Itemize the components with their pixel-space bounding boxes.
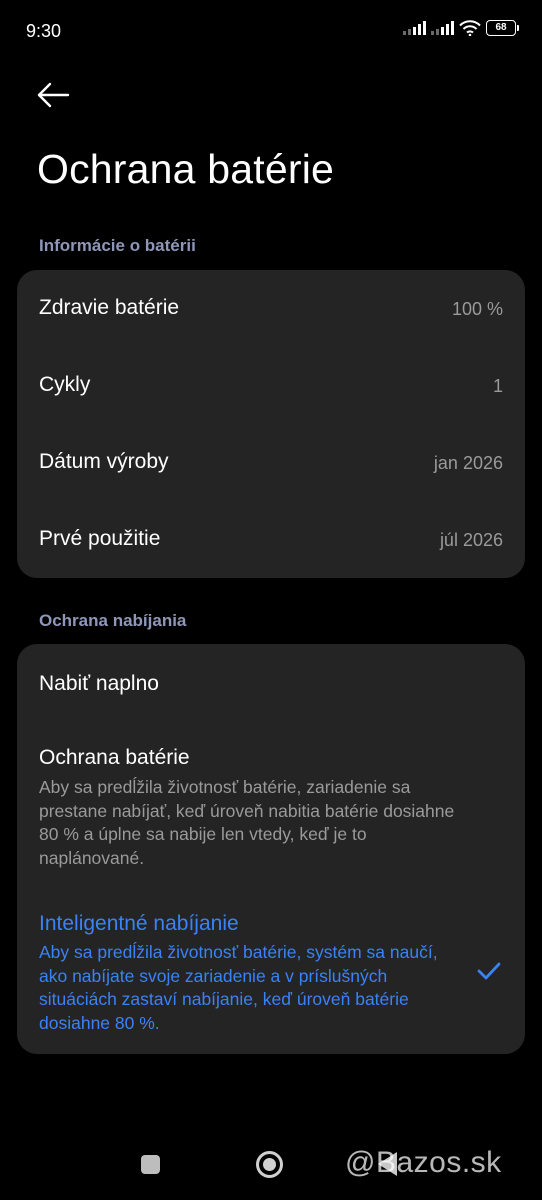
cycles-value: 1	[492, 376, 503, 396]
wifi-icon	[459, 20, 481, 36]
status-icons: 68	[403, 20, 519, 36]
option-battery-protection-description: Aby sa predĺžila životnosť batérie, zari…	[39, 777, 455, 868]
battery-health-label: Zdravie batérie	[39, 296, 180, 319]
option-smart-charging-title: Inteligentné nabíjanie	[39, 912, 239, 935]
status-bar: 9:30 68	[0, 0, 542, 64]
navigation-bar: @Bazos.sk	[0, 1130, 542, 1200]
option-full-charge-title: Nabiť naplno	[39, 672, 159, 695]
cycles-label: Cykly	[39, 373, 91, 396]
first-use-row[interactable]: Prvé použitie júl 2026	[17, 501, 525, 579]
battery-icon: 68	[486, 20, 519, 36]
battery-info-card: Zdravie batérie 100 % Cykly 1 Dátum výro…	[17, 270, 525, 578]
option-full-charge[interactable]: Nabiť naplno	[17, 644, 525, 724]
recent-apps-button[interactable]	[141, 1155, 160, 1174]
charging-protection-card: Nabiť naplno Ochrana batérie Aby sa pred…	[17, 644, 525, 1054]
back-button[interactable]	[36, 78, 76, 112]
back-arrow-icon	[37, 82, 70, 108]
page-title: Ochrana batérie	[37, 146, 335, 192]
section-header-battery-info: Informácie o batérii	[39, 236, 196, 255]
option-battery-protection-title: Ochrana batérie	[39, 746, 190, 769]
first-use-label: Prvé použitie	[39, 527, 161, 550]
cycles-row[interactable]: Cykly 1	[17, 347, 525, 425]
signal-icon-2	[431, 21, 454, 35]
status-time: 9:30	[26, 21, 62, 41]
manufacture-date-value: jan 2026	[433, 453, 503, 473]
first-use-value: júl 2026	[439, 530, 503, 550]
option-smart-charging-description: Aby sa predĺžila životnosť batérie, syst…	[39, 942, 438, 1033]
home-button[interactable]	[256, 1151, 283, 1178]
manufacture-date-row[interactable]: Dátum výroby jan 2026	[17, 424, 525, 502]
check-icon	[477, 962, 501, 980]
signal-icon	[403, 21, 426, 35]
option-battery-protection[interactable]: Ochrana batérie Aby sa predĺžila životno…	[17, 726, 525, 876]
battery-health-value: 100 %	[451, 299, 503, 319]
section-header-charging-protection: Ochrana nabíjania	[39, 611, 187, 630]
option-smart-charging[interactable]: Inteligentné nabíjanie Aby sa predĺžila …	[17, 894, 525, 1044]
manufacture-date-label: Dátum výroby	[39, 450, 169, 473]
battery-health-row[interactable]: Zdravie batérie 100 %	[17, 270, 525, 348]
screen: 9:30 68 Ochrana batérie Informácie o bat…	[0, 0, 542, 1200]
watermark: @Bazos.sk	[345, 1146, 502, 1179]
